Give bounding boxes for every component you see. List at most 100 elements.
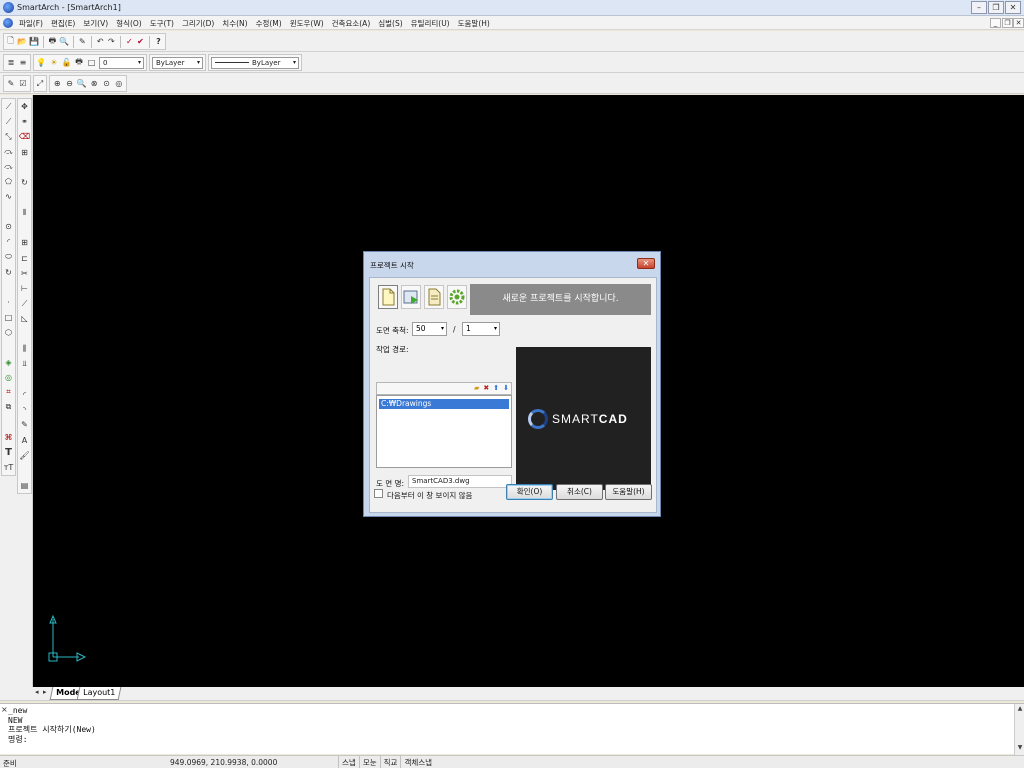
scale-denominator-select[interactable]: 1 ▾: [462, 322, 500, 336]
menu-window[interactable]: 윈도우(W): [286, 18, 328, 29]
doc-close-button[interactable]: ✕: [1013, 18, 1024, 28]
revision-cloud-icon[interactable]: ⌗: [2, 385, 15, 400]
help-button[interactable]: 도움말(H): [605, 484, 652, 500]
fillet-tool-icon[interactable]: ◜: [18, 387, 31, 402]
stretch-tool-icon[interactable]: ⊏: [18, 251, 31, 266]
multiline-tool-icon[interactable]: ⤼: [2, 159, 15, 174]
match-properties-icon[interactable]: ✎: [78, 36, 87, 48]
spline-tool-icon[interactable]: ∿: [2, 189, 15, 204]
menu-symbol[interactable]: 심벌(S): [374, 18, 406, 29]
circle-tool-icon[interactable]: ⊙: [2, 219, 15, 234]
scroll-up-icon[interactable]: ▲: [1016, 705, 1024, 714]
undo-icon[interactable]: ↶: [96, 36, 105, 48]
ellipse-tool-icon[interactable]: ⬭: [2, 249, 15, 264]
menu-dimension[interactable]: 치수(N): [218, 18, 251, 29]
line-tool-icon[interactable]: ⟋: [2, 99, 15, 114]
filename-input[interactable]: SmartCAD3.dwg: [408, 475, 512, 488]
chamfer-tool-icon[interactable]: ◺: [18, 311, 31, 326]
layer-manager-icon[interactable]: ≣: [6, 57, 16, 69]
menu-architecture[interactable]: 건축요소(A): [328, 18, 375, 29]
move-tool-icon[interactable]: ✥: [18, 99, 31, 114]
grid-toggle[interactable]: 모눈: [358, 756, 380, 768]
print-preview-icon[interactable]: 🔍: [59, 36, 69, 48]
multiline-text-icon[interactable]: ᴛT: [2, 460, 15, 475]
edit-text-icon[interactable]: ✎: [18, 417, 31, 432]
move-down-icon[interactable]: ⬇: [503, 384, 509, 392]
construction-line-icon[interactable]: ⤡: [2, 129, 15, 144]
zoom-window-icon[interactable]: 🔍: [77, 78, 87, 90]
break-tool-icon[interactable]: ⟋: [18, 296, 31, 311]
rectangle-tool-icon[interactable]: □: [2, 310, 15, 325]
save-icon[interactable]: 💾: [29, 36, 39, 48]
menu-file[interactable]: 파일(F): [15, 18, 47, 29]
rotate-tool-icon[interactable]: ↻: [18, 175, 31, 190]
scale-numerator-select[interactable]: 50 ▾: [412, 322, 447, 336]
region-tool-icon[interactable]: ⬡: [2, 325, 15, 340]
menu-utility[interactable]: 유틸리티(U): [407, 18, 454, 29]
tab-prev-icon[interactable]: ◂: [35, 688, 39, 696]
dont-show-checkbox[interactable]: [374, 489, 383, 498]
open-drawing-button[interactable]: [424, 285, 444, 309]
ray-tool-icon[interactable]: ⟋: [2, 114, 15, 129]
snap-toggle[interactable]: 스냅: [338, 756, 359, 768]
dialog-close-button[interactable]: ✕: [637, 258, 655, 269]
menu-format[interactable]: 형식(O): [112, 18, 146, 29]
block-tool-icon[interactable]: ⌘: [2, 430, 15, 445]
menu-help[interactable]: 도움말(H): [454, 18, 494, 29]
extend-tool-icon[interactable]: ⊢: [18, 281, 31, 296]
linetype-select[interactable]: ByLayer ▾: [211, 56, 299, 69]
offset-tool-icon[interactable]: ⫼: [18, 342, 31, 357]
doc-minimize-button[interactable]: _: [990, 18, 1001, 28]
layer-print-icon[interactable]: 🖶: [74, 57, 85, 69]
hatch-tool-icon[interactable]: ◈: [2, 355, 15, 370]
close-icon[interactable]: ×: [1, 705, 8, 714]
scroll-down-icon[interactable]: ▼: [1016, 744, 1024, 753]
color-select[interactable]: ByLayer ▾: [152, 56, 203, 69]
menu-modify[interactable]: 수정(M): [252, 18, 286, 29]
layer-lock-icon[interactable]: 🔓: [61, 57, 72, 69]
erase-tool-icon[interactable]: ⌫: [18, 129, 31, 144]
ortho-toggle[interactable]: 직교: [379, 756, 401, 768]
close-button[interactable]: ✕: [1005, 1, 1021, 14]
polyline-tool-icon[interactable]: ⤼: [2, 144, 15, 159]
attribute-tool-icon[interactable]: A: [18, 432, 31, 447]
menu-tools[interactable]: 도구(T): [146, 18, 178, 29]
donut-tool-icon[interactable]: ◎: [2, 370, 15, 385]
ok-button[interactable]: 확인(O): [506, 484, 553, 500]
spell-check-all-icon[interactable]: ✔: [136, 36, 145, 48]
copy-tool-icon[interactable]: ⚭: [18, 114, 31, 129]
osnap-toggle[interactable]: 객체스냅: [400, 756, 435, 768]
path-list[interactable]: C:₩Drawings: [376, 395, 512, 468]
minimize-button[interactable]: –: [971, 1, 987, 14]
array-tool-icon[interactable]: ⊞: [18, 235, 31, 250]
properties-tool-icon[interactable]: ▤: [18, 478, 31, 493]
redo-icon[interactable]: ↷: [107, 36, 116, 48]
print-icon[interactable]: 🖶: [48, 36, 57, 48]
zoom-previous-icon[interactable]: ◎: [114, 78, 124, 90]
menu-edit[interactable]: 편집(E): [47, 18, 79, 29]
open-template-button[interactable]: [401, 285, 421, 309]
zoom-all-icon[interactable]: ⊙: [101, 78, 111, 90]
menu-view[interactable]: 보기(V): [79, 18, 112, 29]
realtime-zoom-icon[interactable]: ⤢: [36, 78, 44, 90]
restore-button[interactable]: ❐: [988, 1, 1004, 14]
command-window[interactable]: × _new NEW 프로젝트 시작하기(New) 명령: ▲ ▼: [0, 703, 1024, 755]
mirror-tool-icon[interactable]: ⫴: [18, 205, 31, 220]
trim-tool-icon[interactable]: ✂: [18, 266, 31, 281]
layer-select[interactable]: 0 ▾: [98, 56, 145, 69]
zoom-in-icon[interactable]: ⊕: [52, 78, 62, 90]
doc-restore-button[interactable]: ❐: [1002, 18, 1013, 28]
explode-tool-icon[interactable]: ⊞: [18, 144, 31, 159]
measure-tool-icon[interactable]: ⫫: [18, 357, 31, 372]
layer-previous-icon[interactable]: ≡: [18, 57, 28, 69]
command-scrollbar[interactable]: ▲ ▼: [1014, 704, 1024, 755]
open-folder-icon[interactable]: 📂: [17, 36, 27, 48]
pencil-icon[interactable]: ✎: [6, 78, 16, 90]
help-icon[interactable]: ?: [154, 36, 163, 48]
tab-next-icon[interactable]: ▸: [43, 688, 47, 696]
edit-icon[interactable]: ☑: [18, 78, 28, 90]
layer-freeze-icon[interactable]: ☀: [49, 57, 60, 69]
menu-draw[interactable]: 그리기(D): [178, 18, 218, 29]
ellipse-arc-tool-icon[interactable]: ↻: [2, 265, 15, 280]
new-file-icon[interactable]: 🗋: [6, 36, 15, 48]
